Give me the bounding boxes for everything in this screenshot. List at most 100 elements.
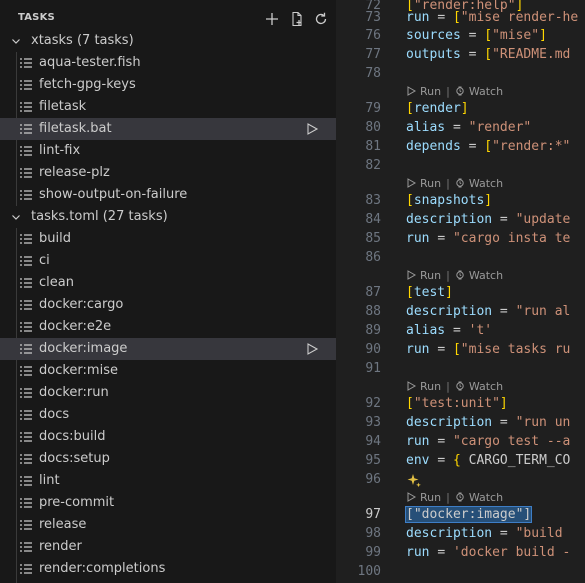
sparkle-icon[interactable] [406, 473, 422, 489]
task-item[interactable]: build [0, 228, 336, 250]
task-group[interactable]: tasks.toml (27 tasks) [0, 206, 336, 228]
task-label: release [39, 517, 87, 532]
task-item[interactable]: docker:run [0, 382, 336, 404]
task-item[interactable]: docker:image [0, 338, 336, 360]
codelens-separator: | [446, 84, 450, 98]
code-line[interactable]: description = "build [406, 526, 563, 541]
new-file-icon[interactable] [288, 10, 306, 28]
task-item[interactable]: render:completions [0, 558, 336, 580]
watch-codelens-icon[interactable] [455, 492, 469, 502]
line-number: 88 [365, 304, 381, 319]
task-list-icon [19, 540, 33, 554]
task-item[interactable]: aqua-tester.fish [0, 52, 336, 74]
line-number: 98 [365, 526, 381, 541]
code-line[interactable]: run = ["mise render-he [406, 10, 578, 25]
selected-text[interactable]: ["docker:image"] [404, 506, 533, 523]
task-item[interactable]: docs:build [0, 426, 336, 448]
task-item[interactable]: fetch-gpg-keys [0, 74, 336, 96]
code-line[interactable]: [render] [406, 101, 469, 116]
code-line[interactable]: run = "cargo insta te [406, 231, 570, 246]
line-number: 84 [365, 212, 381, 227]
code-line[interactable]: run = ["mise tasks ru [406, 342, 570, 357]
line-number: 95 [365, 453, 381, 468]
code-line[interactable]: description = "run al [406, 304, 570, 319]
codelens-actions: Run | Watch [406, 82, 503, 100]
task-group[interactable]: xtasks (7 tasks) [0, 30, 336, 52]
task-item[interactable]: docker:cargo [0, 294, 336, 316]
run-codelens-icon[interactable] [406, 270, 420, 280]
run-task-icon[interactable] [305, 122, 319, 136]
run-codelens-icon[interactable] [406, 178, 420, 188]
watch-codelens-link[interactable]: Watch [469, 491, 503, 504]
run-codelens-link[interactable]: Run [420, 85, 441, 98]
task-group-label: xtasks (7 tasks) [31, 33, 134, 48]
task-label: clean [39, 275, 74, 290]
line-number: 92 [365, 396, 381, 411]
watch-codelens-link[interactable]: Watch [469, 380, 503, 393]
line-number: 76 [365, 28, 381, 43]
run-codelens-link[interactable]: Run [420, 177, 441, 190]
codelens-actions: Run | Watch [406, 266, 503, 284]
code-line[interactable]: sources = ["mise"] [406, 28, 547, 43]
task-item[interactable]: docker:e2e [0, 316, 336, 338]
code-line[interactable]: alias = 't' [406, 323, 492, 338]
task-item[interactable]: ci [0, 250, 336, 272]
task-list-icon [19, 78, 33, 92]
code-line[interactable]: depends = ["render:*" [406, 139, 570, 154]
code-line[interactable]: run = 'docker build - [406, 545, 570, 560]
code-line[interactable]: [test] [406, 285, 453, 300]
task-item[interactable]: lint-fix [0, 140, 336, 162]
line-number: 73 [365, 10, 381, 25]
watch-codelens-icon[interactable] [455, 270, 469, 280]
run-task-icon[interactable] [305, 342, 319, 356]
run-codelens-link[interactable]: Run [420, 269, 441, 282]
line-number: 79 [365, 101, 381, 116]
code-line[interactable]: env = { CARGO_TERM_CO [406, 453, 570, 468]
task-item[interactable]: render [0, 536, 336, 558]
run-codelens-link[interactable]: Run [420, 491, 441, 504]
code-line[interactable]: ["test:unit"] [406, 396, 508, 411]
add-icon[interactable] [263, 10, 281, 28]
line-number: 89 [365, 323, 381, 338]
refresh-icon[interactable] [312, 10, 330, 28]
run-codelens-icon[interactable] [406, 381, 420, 391]
task-item[interactable]: docker:mise [0, 360, 336, 382]
task-item[interactable]: release-plz [0, 162, 336, 184]
line-number: 77 [365, 47, 381, 62]
task-item[interactable]: lint [0, 470, 336, 492]
codelens-separator: | [446, 490, 450, 504]
code-line[interactable]: outputs = ["README.md [406, 47, 570, 62]
code-line[interactable]: description = "run un [406, 415, 570, 430]
task-item[interactable]: release [0, 514, 336, 536]
task-item[interactable]: docs:setup [0, 448, 336, 470]
task-label: render [39, 539, 82, 554]
code-line[interactable]: description = "update [406, 212, 570, 227]
chevron-down-icon[interactable] [10, 35, 22, 47]
watch-codelens-link[interactable]: Watch [469, 269, 503, 282]
run-codelens-icon[interactable] [406, 492, 420, 502]
code-editor[interactable]: 72 ["render:help"] 73 run = ["mise render-h… [336, 0, 585, 583]
code-line[interactable]: run = "cargo test --a [406, 434, 570, 449]
task-label: pre-commit [39, 495, 115, 510]
task-item[interactable]: filetask [0, 96, 336, 118]
task-label: docs:setup [39, 451, 110, 466]
watch-codelens-icon[interactable] [455, 381, 469, 391]
watch-codelens-icon[interactable] [455, 178, 469, 188]
watch-codelens-icon[interactable] [455, 86, 469, 96]
code-line[interactable]: ["docker:image"] [404, 506, 533, 523]
task-item[interactable]: show-output-on-failure [0, 184, 336, 206]
code-line[interactable]: alias = "render" [406, 120, 531, 135]
task-item[interactable]: docs [0, 404, 336, 426]
run-codelens-link[interactable]: Run [420, 380, 441, 393]
chevron-down-icon[interactable] [10, 211, 22, 223]
task-item[interactable]: clean [0, 272, 336, 294]
run-codelens-icon[interactable] [406, 86, 420, 96]
task-item[interactable]: filetask.bat [0, 118, 336, 140]
line-number: 94 [365, 434, 381, 449]
code-line[interactable]: [snapshots] [406, 193, 492, 208]
watch-codelens-link[interactable]: Watch [469, 85, 503, 98]
line-number: 91 [365, 361, 381, 376]
task-item[interactable]: pre-commit [0, 492, 336, 514]
task-list-icon [19, 386, 33, 400]
watch-codelens-link[interactable]: Watch [469, 177, 503, 190]
